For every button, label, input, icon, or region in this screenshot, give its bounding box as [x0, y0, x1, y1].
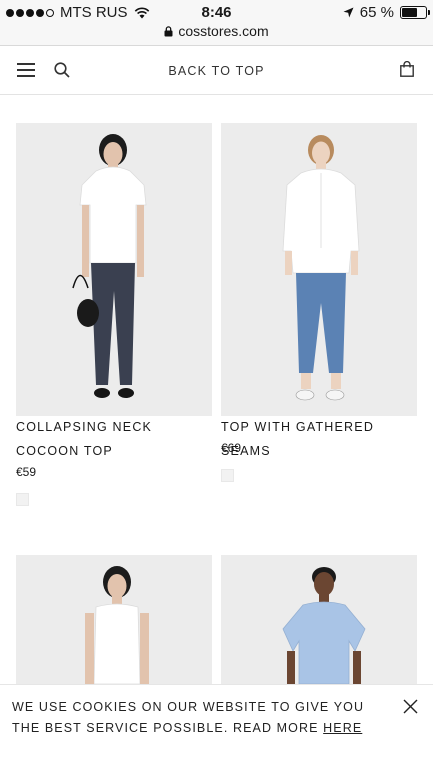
product-price: €69	[221, 441, 242, 455]
close-icon[interactable]	[403, 699, 418, 714]
color-swatch[interactable]	[16, 493, 29, 506]
battery-percentage: 65 %	[359, 4, 394, 21]
shopping-bag-icon[interactable]	[400, 61, 414, 77]
cookie-message: WE USE COOKIES ON OUR WEBSITE TO GIVE YO…	[12, 700, 365, 735]
carrier-name: MTS RUS	[60, 4, 128, 21]
site-header: BACK TO TOP	[0, 47, 433, 95]
battery-icon	[400, 6, 430, 19]
location-arrow-icon	[343, 7, 354, 18]
product-image[interactable]	[16, 555, 212, 684]
product-image[interactable]	[16, 123, 212, 416]
url-text: cosstores.com	[178, 23, 269, 39]
product-image[interactable]	[221, 555, 417, 684]
cookie-read-more-link[interactable]: HERE	[323, 721, 362, 735]
color-swatch[interactable]	[221, 469, 234, 482]
product-image[interactable]	[221, 123, 417, 416]
address-bar[interactable]: cosstores.com	[0, 23, 433, 39]
browser-status-bar: MTS RUS 8:46 65 % cosstores.com	[0, 0, 433, 46]
product-price: €59	[16, 465, 37, 479]
signal-strength-icon	[6, 8, 54, 17]
product-title[interactable]: TOP WITH GATHERED SEAMS	[221, 415, 426, 463]
back-to-top-link[interactable]: BACK TO TOP	[168, 64, 264, 78]
wifi-icon	[134, 7, 149, 18]
cookie-banner: WE USE COOKIES ON OUR WEBSITE TO GIVE YO…	[0, 684, 433, 770]
product-title[interactable]: COLLAPSING NECK COCOON TOP	[16, 415, 212, 463]
lock-icon	[164, 25, 173, 36]
